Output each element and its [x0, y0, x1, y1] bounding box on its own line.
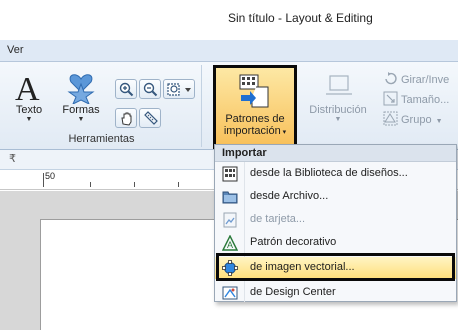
ruler-measure-icon [144, 111, 158, 125]
zoom-fit-dropdown[interactable] [163, 79, 195, 99]
pan-button[interactable] [115, 108, 137, 128]
zoom-fit-icon [167, 83, 191, 96]
distribucion-button[interactable]: Distribución ▼ [306, 67, 370, 127]
hand-icon [121, 112, 132, 126]
shapes-icon [67, 74, 95, 104]
menu-item-design-center[interactable]: de Design Center [215, 282, 456, 304]
group-herramientas: A Texto ▼ Formas ▼ Herramientas [2, 65, 202, 147]
herramientas-group-label: Herramientas [68, 133, 135, 145]
group-distribucion: Distribución ▼ Girar/Inve Tamaño... Grup… [300, 65, 458, 147]
distribution-icon [326, 75, 352, 95]
texto-dropdown-caret: ▼ [25, 116, 33, 123]
window-title: Sin título - Layout & Editing [228, 11, 373, 25]
decorative-pattern-icon: A [222, 235, 238, 251]
zoom-in-icon [119, 82, 134, 97]
svg-text:A: A [227, 240, 233, 250]
texto-button[interactable]: A Texto ▼ [6, 67, 52, 127]
menu-item-decorative[interactable]: A Patrón decorativo [215, 232, 456, 254]
svg-text:A: A [15, 71, 40, 104]
resize-icon [383, 91, 398, 106]
girar-button[interactable]: Girar/Inve [383, 71, 449, 86]
menu-item-library[interactable]: desde la Biblioteca de diseños... [215, 163, 456, 185]
menu-header: Importar [215, 145, 456, 162]
pin-icon[interactable]: ₹ [9, 152, 16, 165]
zoom-out-button[interactable] [139, 79, 161, 99]
tab-ver[interactable]: Ver [7, 44, 24, 56]
library-icon [222, 166, 238, 182]
group-icon [383, 111, 398, 126]
card-icon [223, 212, 237, 228]
formas-dropdown-caret: ▼ [77, 116, 85, 123]
grupo-button[interactable]: Grupo ▼ [383, 111, 443, 126]
menu-item-file[interactable]: desde Archivo... [215, 186, 456, 208]
title-bar: Sin título - Layout & Editing [0, 0, 458, 40]
patrones-importacion-button[interactable]: Patrones de importación ▾ [213, 65, 297, 149]
design-center-icon [222, 286, 238, 300]
formas-button[interactable]: Formas ▼ [58, 67, 104, 127]
ruler-label: 50 [45, 171, 56, 181]
folder-icon [222, 191, 238, 204]
menu-item-card[interactable]: de tarjeta... [215, 209, 456, 231]
zoom-in-button[interactable] [115, 79, 137, 99]
zoom-out-icon [143, 82, 158, 97]
measure-button[interactable] [139, 108, 161, 128]
text-tool-icon: A [15, 71, 40, 104]
import-patterns-icon [239, 74, 269, 108]
highlight-frame [216, 253, 455, 281]
rotate-icon [385, 72, 397, 85]
tamano-button[interactable]: Tamaño... [383, 91, 449, 106]
ribbon-tab-bar: Ver [0, 40, 458, 62]
